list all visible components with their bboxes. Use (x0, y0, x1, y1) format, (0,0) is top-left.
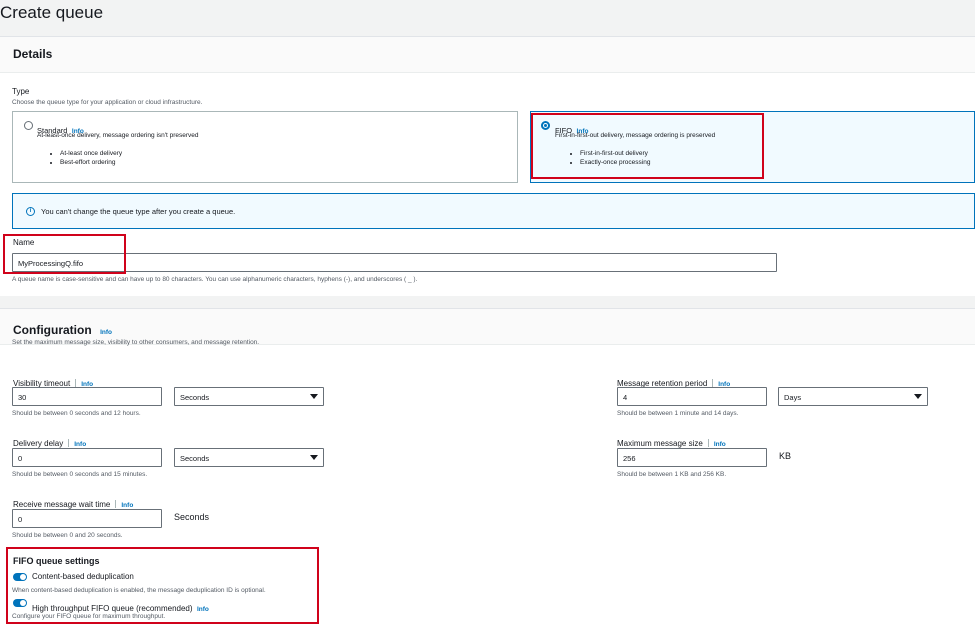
retention-value: 4 (623, 393, 628, 402)
details-header (0, 37, 975, 73)
visibility-timeout-unit: Seconds (180, 393, 210, 402)
queue-name-input[interactable]: MyProcessingQ.fifo (12, 253, 777, 272)
fifo-settings-highlight-box (6, 547, 319, 624)
caret-down-icon (310, 394, 318, 399)
delivery-delay-unit-select[interactable]: Seconds (174, 448, 324, 467)
receive-wait-info-link[interactable]: Info (121, 502, 133, 509)
retention-hint: Should be between 1 minute and 14 days. (617, 410, 739, 417)
name-hint: A queue name is case-sensitive and can h… (12, 276, 418, 283)
page-title: Create queue (0, 3, 104, 22)
queue-type-alert: i You can't change the queue type after … (12, 193, 975, 229)
name-highlight-box (3, 234, 126, 274)
standard-bullets: At-least once delivery Best-effort order… (51, 149, 122, 167)
configuration-hint: Set the maximum message size, visibility… (12, 339, 260, 346)
receive-wait-input[interactable]: 0 (12, 509, 162, 528)
standard-radio[interactable] (24, 121, 33, 130)
delivery-delay-hint: Should be between 0 seconds and 15 minut… (12, 471, 148, 478)
receive-wait-label: Receive message wait time (13, 500, 111, 509)
standard-description: At-least-once delivery, message ordering… (37, 132, 199, 139)
max-size-hint: Should be between 1 KB and 256 KB. (617, 471, 727, 478)
max-size-info-link[interactable]: Info (714, 441, 726, 448)
visibility-timeout-input[interactable]: 30 (12, 387, 162, 406)
receive-wait-value: 0 (18, 515, 23, 524)
info-circle-icon: i (26, 207, 35, 216)
alert-text: You can't change the queue type after yo… (41, 207, 236, 216)
max-size-label: Maximum message size (617, 439, 703, 448)
standard-bullet: Best-effort ordering (60, 158, 122, 167)
delivery-delay-input[interactable]: 0 (12, 448, 162, 467)
delivery-delay-unit: Seconds (180, 454, 210, 463)
max-size-unit: KB (779, 451, 792, 461)
configuration-info-link[interactable]: Info (100, 329, 112, 336)
delivery-delay-value: 0 (18, 454, 23, 463)
receive-wait-hint: Should be between 0 and 20 seconds. (12, 532, 123, 539)
retention-unit: Days (784, 393, 802, 402)
receive-wait-unit: Seconds (174, 512, 210, 522)
max-size-input[interactable]: 256 (617, 448, 767, 467)
retention-input[interactable]: 4 (617, 387, 767, 406)
visibility-timeout-hint: Should be between 0 seconds and 12 hours… (12, 410, 141, 417)
retention-unit-select[interactable]: Days (778, 387, 928, 406)
type-hint: Choose the queue type for your applicati… (12, 99, 203, 106)
type-label: Type (12, 87, 30, 96)
visibility-timeout-value: 30 (18, 393, 27, 402)
max-size-value: 256 (623, 454, 636, 463)
details-heading: Details (13, 47, 53, 61)
delivery-delay-info-link[interactable]: Info (74, 441, 86, 448)
delivery-delay-label: Delivery delay (13, 439, 64, 448)
caret-down-icon (310, 455, 318, 460)
visibility-timeout-unit-select[interactable]: Seconds (174, 387, 324, 406)
fifo-highlight-box (531, 113, 764, 179)
queue-type-standard-tile[interactable]: Standard Info At-least-once delivery, me… (12, 111, 518, 183)
configuration-heading-row: Configuration Info (13, 321, 112, 339)
configuration-heading: Configuration (13, 323, 92, 337)
standard-bullet: At-least once delivery (60, 149, 122, 158)
caret-down-icon (914, 394, 922, 399)
